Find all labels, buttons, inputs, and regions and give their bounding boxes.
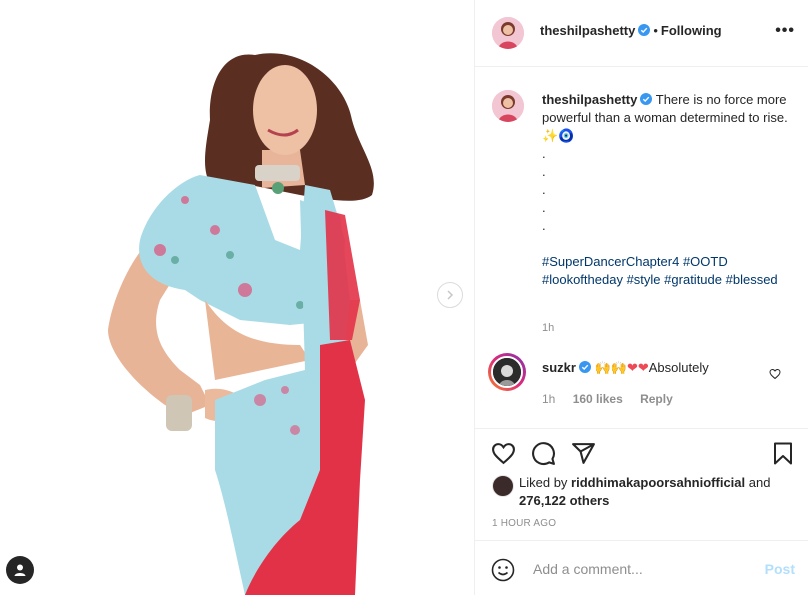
share-icon[interactable]: [571, 441, 596, 466]
comment-avatar-image: [493, 358, 521, 386]
next-slide-button[interactable]: [437, 282, 463, 308]
caption-dot: .: [542, 218, 546, 233]
header-username[interactable]: theshilpashetty: [540, 23, 635, 38]
hashtag-link[interactable]: #blessed: [726, 272, 778, 287]
user-tags-button[interactable]: [6, 556, 34, 584]
post-details-panel: theshilpashetty • Following ••• theshilpas…: [474, 0, 808, 595]
author-avatar-image: [492, 17, 524, 49]
hashtag-link[interactable]: #style: [627, 272, 661, 287]
bookmark-icon[interactable]: [771, 441, 795, 466]
comment-emojis-hands: 🙌🙌: [594, 360, 627, 375]
following-button[interactable]: Following: [661, 23, 722, 38]
more-options-icon[interactable]: •••: [775, 22, 795, 40]
comment-emojis-hearts: ❤❤: [626, 360, 649, 375]
hashtag-link[interactable]: #SuperDancerChapter4: [542, 254, 679, 269]
comment-icon[interactable]: [531, 441, 556, 466]
comment-reply-button[interactable]: Reply: [640, 392, 673, 406]
comment-username[interactable]: suzkr: [542, 360, 576, 375]
caption-timestamp[interactable]: 1h: [542, 322, 554, 334]
post-media: [0, 0, 474, 595]
comment-text: suzkr 🙌🙌❤❤Absolutely: [542, 360, 709, 376]
instagram-post-modal: theshilpashetty • Following ••• theshilpas…: [0, 0, 808, 595]
caption-dots: . . . . .: [542, 145, 792, 235]
comment-heart-icon[interactable]: [769, 368, 781, 380]
comment-meta: 1h 160 likes Reply: [542, 392, 687, 406]
post-comment-button[interactable]: Post: [765, 561, 795, 577]
header-separator: •: [653, 23, 658, 38]
caption-avatar-image: [492, 90, 524, 122]
liked-by-user[interactable]: riddhimakapoorsahniofficial: [571, 475, 745, 490]
caption-dot: .: [542, 164, 546, 179]
caption-dot: .: [542, 146, 546, 161]
add-comment-bar: Post: [475, 540, 808, 595]
comment-timestamp[interactable]: 1h: [542, 392, 555, 406]
caption-text: theshilpashetty There is no force more p…: [542, 91, 792, 289]
comment-body: Absolutely: [648, 360, 709, 375]
hashtag-link[interactable]: #OOTD: [683, 254, 728, 269]
comment-avatar[interactable]: [488, 353, 526, 391]
verified-badge-icon: [640, 93, 653, 105]
caption-dot: .: [542, 182, 546, 197]
author-avatar[interactable]: [492, 17, 524, 49]
emoji-icon[interactable]: [491, 558, 515, 582]
post-header: theshilpashetty • Following •••: [475, 0, 808, 67]
caption-author-avatar[interactable]: [492, 90, 524, 122]
post-actions: Liked by riddhimakapoorsahniofficial and…: [475, 428, 808, 540]
comment-input[interactable]: [531, 560, 745, 578]
heart-icon[interactable]: [491, 441, 516, 466]
chevron-right-icon: [447, 290, 454, 300]
post-timestamp[interactable]: 1 HOUR AGO: [492, 518, 556, 529]
caption-section: theshilpashetty There is no force more p…: [475, 68, 808, 428]
caption-username[interactable]: theshilpashetty: [542, 92, 637, 107]
liker-avatar[interactable]: [492, 475, 514, 497]
liked-by-prefix: Liked by: [519, 475, 568, 490]
user-tag-icon: [14, 564, 26, 576]
header-user-line: theshilpashetty • Following: [540, 23, 722, 38]
caption-dot: .: [542, 200, 546, 215]
hashtag-link[interactable]: #gratitude: [664, 272, 722, 287]
post-photo: [0, 0, 474, 595]
verified-badge-icon: [578, 361, 591, 373]
hashtag-link[interactable]: #lookoftheday: [542, 272, 623, 287]
caption-hashtags: #SuperDancerChapter4 #OOTD #lookoftheday…: [542, 253, 792, 289]
comment-likes[interactable]: 160 likes: [573, 392, 623, 406]
caption-emojis: ✨🧿: [542, 128, 575, 143]
liked-by-others[interactable]: 276,122 others: [519, 493, 609, 508]
verified-badge-icon: [638, 24, 651, 36]
liked-by-and: and: [748, 475, 771, 490]
liked-by-text: Liked by riddhimakapoorsahniofficial and…: [519, 474, 789, 510]
